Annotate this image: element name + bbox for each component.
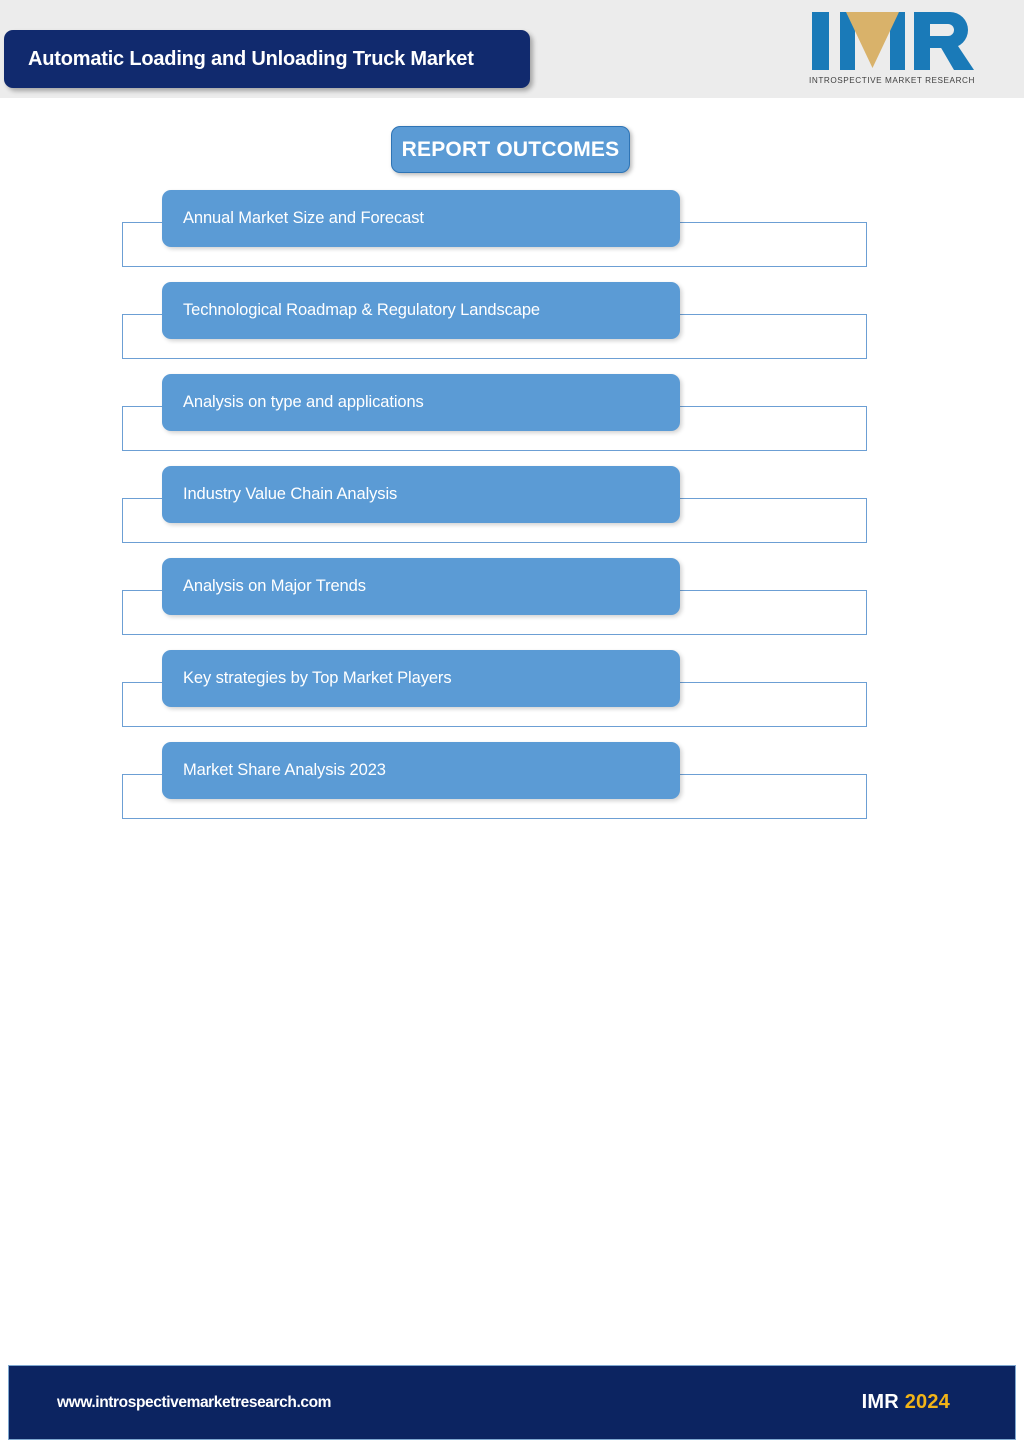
report-outcome-label: Market Share Analysis 2023	[183, 761, 386, 779]
report-outcome-item: Industry Value Chain Analysis	[0, 466, 1024, 558]
report-outcomes-list: Annual Market Size and Forecast Technolog…	[0, 0, 1024, 1448]
footer-brand-year: 2024	[904, 1391, 950, 1413]
footer-brand: IMR 2024	[862, 1391, 950, 1414]
report-outcome-pill[interactable]: Analysis on Major Trends	[162, 558, 680, 615]
report-outcome-label: Analysis on Major Trends	[183, 577, 366, 595]
report-outcome-label: Industry Value Chain Analysis	[183, 485, 398, 503]
report-outcome-pill[interactable]: Technological Roadmap & Regulatory Lands…	[162, 282, 680, 339]
footer-brand-name: IMR	[861, 1391, 899, 1413]
report-outcome-pill[interactable]: Key strategies by Top Market Players	[162, 650, 680, 707]
report-outcome-label: Technological Roadmap & Regulatory Lands…	[183, 301, 540, 319]
report-outcome-label: Annual Market Size and Forecast	[183, 209, 424, 227]
report-outcome-item: Key strategies by Top Market Players	[0, 650, 1024, 742]
report-outcome-pill[interactable]: Market Share Analysis 2023	[162, 742, 680, 799]
report-outcome-pill[interactable]: Industry Value Chain Analysis	[162, 466, 680, 523]
report-outcome-item: Analysis on type and applications	[0, 374, 1024, 466]
report-outcome-item: Annual Market Size and Forecast	[0, 190, 1024, 282]
report-outcome-pill[interactable]: Analysis on type and applications	[162, 374, 680, 431]
report-outcome-pill[interactable]: Annual Market Size and Forecast	[162, 190, 680, 247]
report-outcome-label: Analysis on type and applications	[183, 393, 424, 411]
report-outcome-item: Analysis on Major Trends	[0, 558, 1024, 650]
report-outcome-item: Market Share Analysis 2023	[0, 742, 1024, 834]
report-outcome-item: Technological Roadmap & Regulatory Lands…	[0, 282, 1024, 374]
report-outcome-label: Key strategies by Top Market Players	[183, 669, 452, 687]
footer-bar: www.introspectivemarketresearch.com IMR …	[8, 1365, 1016, 1440]
footer-website-link[interactable]: www.introspectivemarketresearch.com	[57, 1394, 331, 1412]
